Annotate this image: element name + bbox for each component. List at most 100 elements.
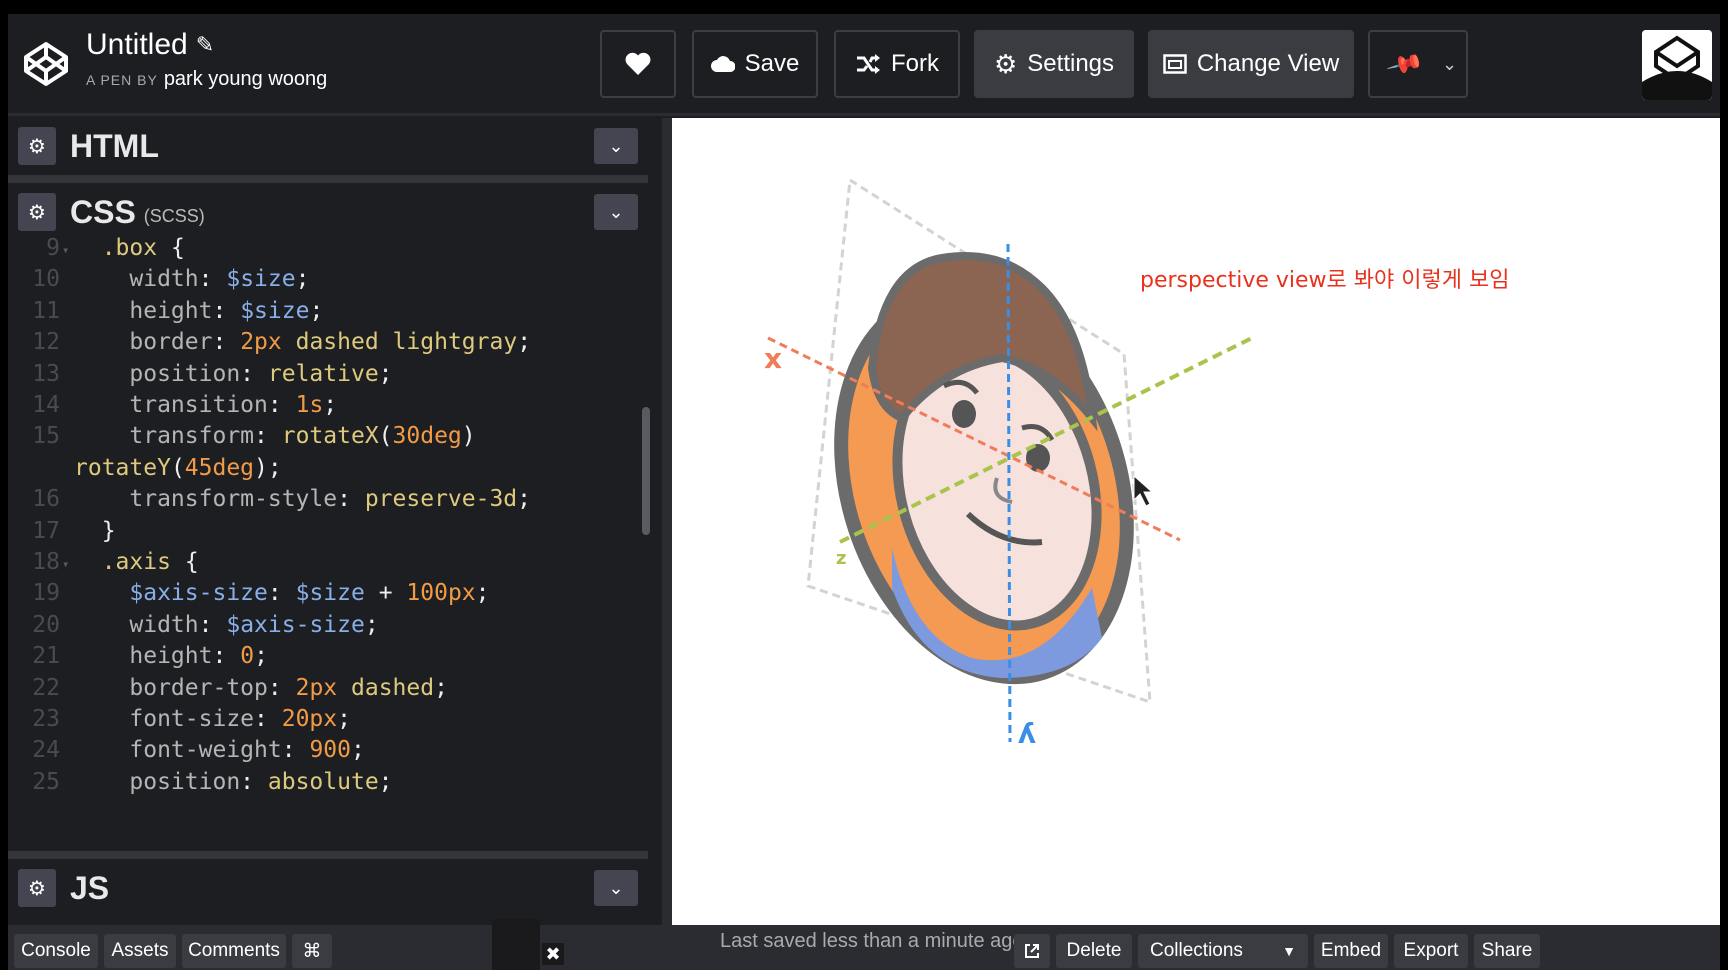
code-text: } [101, 517, 116, 544]
author-name[interactable]: park young woong [164, 68, 327, 90]
code-text: width: $size; [129, 266, 310, 293]
collections-button[interactable]: Collections ▼ [1138, 934, 1308, 968]
html-editor-title: HTML [70, 127, 159, 164]
fold-toggle-icon[interactable]: ▾ [62, 557, 69, 571]
close-icon[interactable]: ✖ [542, 943, 564, 965]
css-preprocessor-label: (SCSS) [143, 205, 205, 226]
layout-icon [1163, 54, 1187, 74]
heart-button[interactable] [600, 30, 676, 98]
share-button[interactable]: Share [1474, 934, 1540, 968]
fork-label: Fork [891, 50, 939, 77]
delete-button[interactable]: Delete [1056, 934, 1132, 968]
code-text: rotateY(45deg); [74, 454, 282, 481]
external-link-icon [1025, 944, 1039, 958]
code-text: position: relative; [129, 360, 393, 387]
html-editor-header[interactable]: ⚙ HTML ⌄ [8, 117, 648, 175]
settings-label: Settings [1027, 50, 1115, 77]
assets-button[interactable]: Assets [104, 934, 176, 968]
preview-pane[interactable]: x y z [672, 118, 1720, 925]
js-editor-header[interactable]: ⚙ JS ⌄ [8, 859, 648, 917]
js-collapse-button[interactable]: ⌄ [594, 870, 638, 906]
editor-scrollbar[interactable] [642, 407, 650, 535]
code-text: font-weight: 900; [129, 737, 365, 764]
code-text: transform: rotateX(30deg) [129, 423, 476, 450]
css-code-editor[interactable]: 9 ▾ .box {10 width: $size; 11 height: $siz… [8, 235, 640, 849]
chevron-down-icon: ⌄ [608, 135, 624, 156]
fold-toggle-icon[interactable]: ▾ [62, 243, 69, 257]
collections-label: Collections [1150, 940, 1243, 961]
cloud-icon [710, 56, 735, 72]
html-settings-button[interactable]: ⚙ [18, 127, 56, 165]
line-number: 11 [32, 297, 60, 324]
header: Untitled ✎ A PEN BY park young woong Save… [8, 14, 1720, 116]
line-number: 20 [32, 611, 60, 638]
code-text: border: 2px dashed lightgray; [129, 329, 532, 356]
caret-down-icon: ▼ [1282, 943, 1296, 959]
pin-icon: 📌 [1385, 44, 1425, 84]
line-number: 17 [32, 517, 60, 544]
chevron-down-icon[interactable]: ⌄ [1442, 54, 1457, 75]
code-text: width: $axis-size; [129, 611, 379, 638]
embed-button[interactable]: Embed [1314, 934, 1388, 968]
save-label: Save [744, 50, 800, 77]
code-text: transform-style: preserve-3d; [129, 486, 532, 513]
code-text: height: 0; [129, 643, 268, 670]
line-number: 16 [32, 486, 60, 513]
line-number: 14 [32, 392, 60, 418]
line-number: 24 [32, 737, 60, 764]
line-number: 21 [32, 643, 60, 670]
css-editor-header[interactable]: ⚙ CSS (SCSS) ⌄ [8, 183, 648, 241]
line-number: 22 [32, 674, 60, 701]
editor-panel: ⚙ HTML ⌄ ⚙ CSS (SCSS) ⌄ 9 ▾ .box {10 widt… [8, 117, 662, 929]
chevron-down-icon: ⌄ [608, 877, 624, 898]
console-button[interactable]: Console [14, 934, 98, 968]
code-text: height: $size; [129, 297, 324, 324]
change-view-label: Change View [1196, 50, 1340, 77]
panel-divider[interactable] [8, 175, 648, 183]
code-text: .box { [101, 235, 185, 261]
save-button[interactable]: Save [692, 30, 818, 98]
avatar[interactable] [1642, 30, 1712, 100]
heart-icon [625, 52, 651, 75]
codepen-app: Untitled ✎ A PEN BY park young woong Save… [8, 14, 1720, 970]
shortcuts-button[interactable]: ⌘ [292, 934, 332, 968]
editor-resizer[interactable] [662, 118, 672, 925]
z-axis-label: z [836, 548, 846, 569]
css-settings-button[interactable]: ⚙ [18, 193, 56, 231]
css-collapse-button[interactable]: ⌄ [594, 194, 638, 230]
avatar-icon [1642, 30, 1712, 100]
mouse-cursor-icon [1133, 474, 1154, 507]
line-number: 10 [32, 266, 60, 293]
line-number: 13 [32, 360, 60, 387]
external-link-button[interactable] [1014, 934, 1050, 968]
html-collapse-button[interactable]: ⌄ [594, 128, 638, 164]
export-button[interactable]: Export [1394, 934, 1468, 968]
code-text: .axis { [101, 549, 199, 575]
code-text: border-top: 2px dashed; [129, 674, 448, 701]
x-axis-label: x [764, 342, 782, 375]
line-number: 15 [32, 423, 60, 450]
thumbnail-box [492, 919, 540, 970]
gear-icon: ⚙ [28, 877, 46, 900]
gear-icon: ⚙ [993, 48, 1018, 79]
change-view-button[interactable]: Change View [1148, 30, 1354, 98]
footer-bar: Console Assets Comments ⌘ ✖ Last saved l… [8, 919, 1720, 970]
pin-button[interactable]: 📌 ⌄ [1368, 30, 1468, 98]
annotation-text: perspective view로 봐야 이렇게 보임 [1140, 268, 1510, 293]
fork-button[interactable]: Fork [834, 30, 960, 98]
code-text: font-size: 20px; [129, 706, 351, 732]
chevron-down-icon: ⌄ [608, 201, 624, 222]
pen-by-label: A PEN BY [86, 72, 158, 88]
panel-divider[interactable] [8, 851, 648, 859]
pencil-icon[interactable]: ✎ [196, 32, 214, 58]
line-number: 18 [32, 549, 60, 575]
js-settings-button[interactable]: ⚙ [18, 869, 56, 907]
settings-button[interactable]: ⚙ Settings [974, 30, 1134, 98]
fork-icon [857, 54, 880, 74]
face-illustration [834, 252, 1134, 685]
comments-button[interactable]: Comments [182, 934, 286, 968]
css-editor-title: CSS [70, 193, 136, 230]
pen-title[interactable]: Untitled [86, 28, 188, 62]
gear-icon: ⚙ [28, 201, 46, 224]
codepen-logo-icon[interactable] [22, 40, 70, 88]
